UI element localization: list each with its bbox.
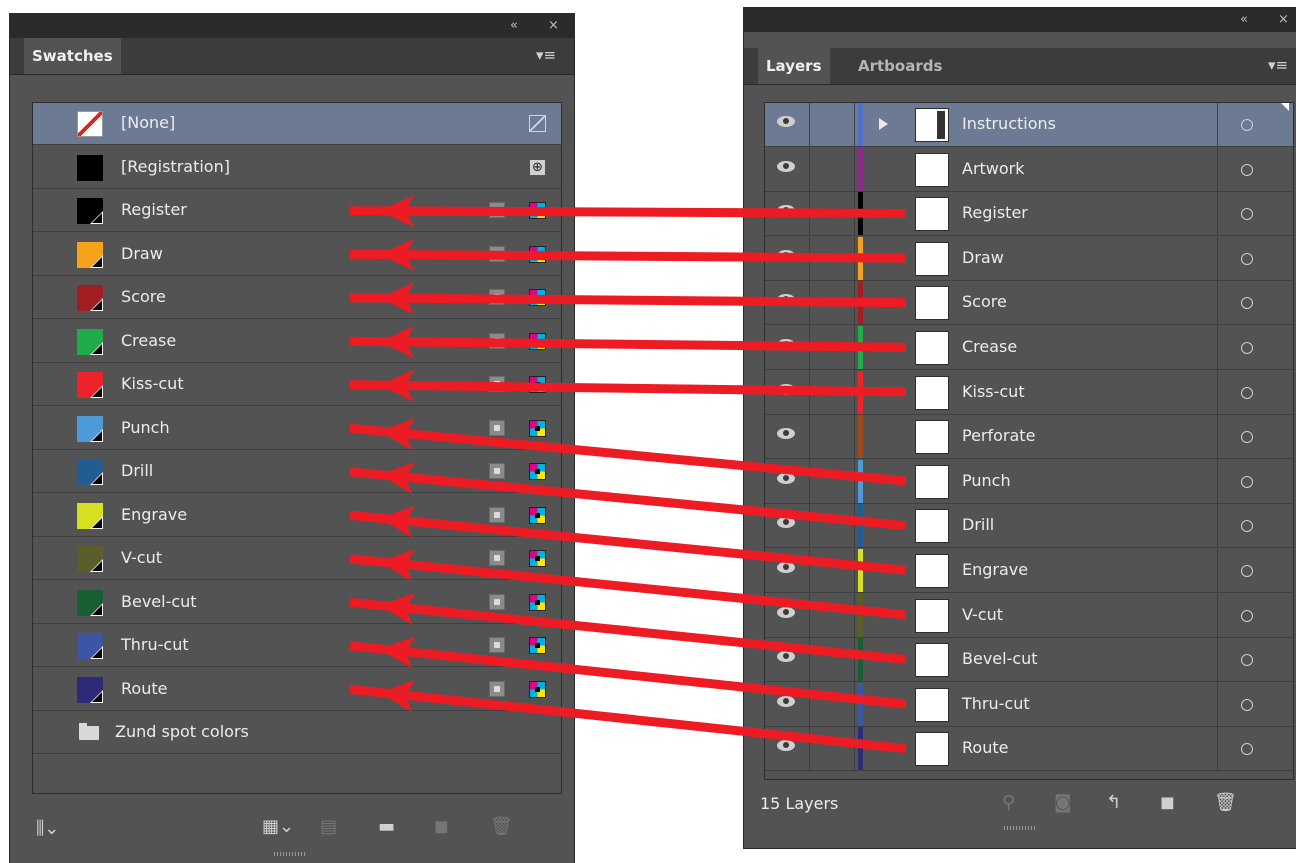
mapping-arrow-line bbox=[349, 336, 907, 352]
mapping-arrow-line bbox=[349, 293, 907, 308]
mapping-arrow-line bbox=[349, 206, 907, 218]
mapping-arrow-line bbox=[349, 510, 907, 575]
mapping-arrow-line bbox=[349, 423, 907, 486]
mapping-arrow-line bbox=[349, 249, 907, 263]
mapping-arrow-line bbox=[349, 380, 907, 397]
annotation-arrows bbox=[349, 195, 907, 754]
mapping-arrow-line bbox=[349, 467, 907, 531]
